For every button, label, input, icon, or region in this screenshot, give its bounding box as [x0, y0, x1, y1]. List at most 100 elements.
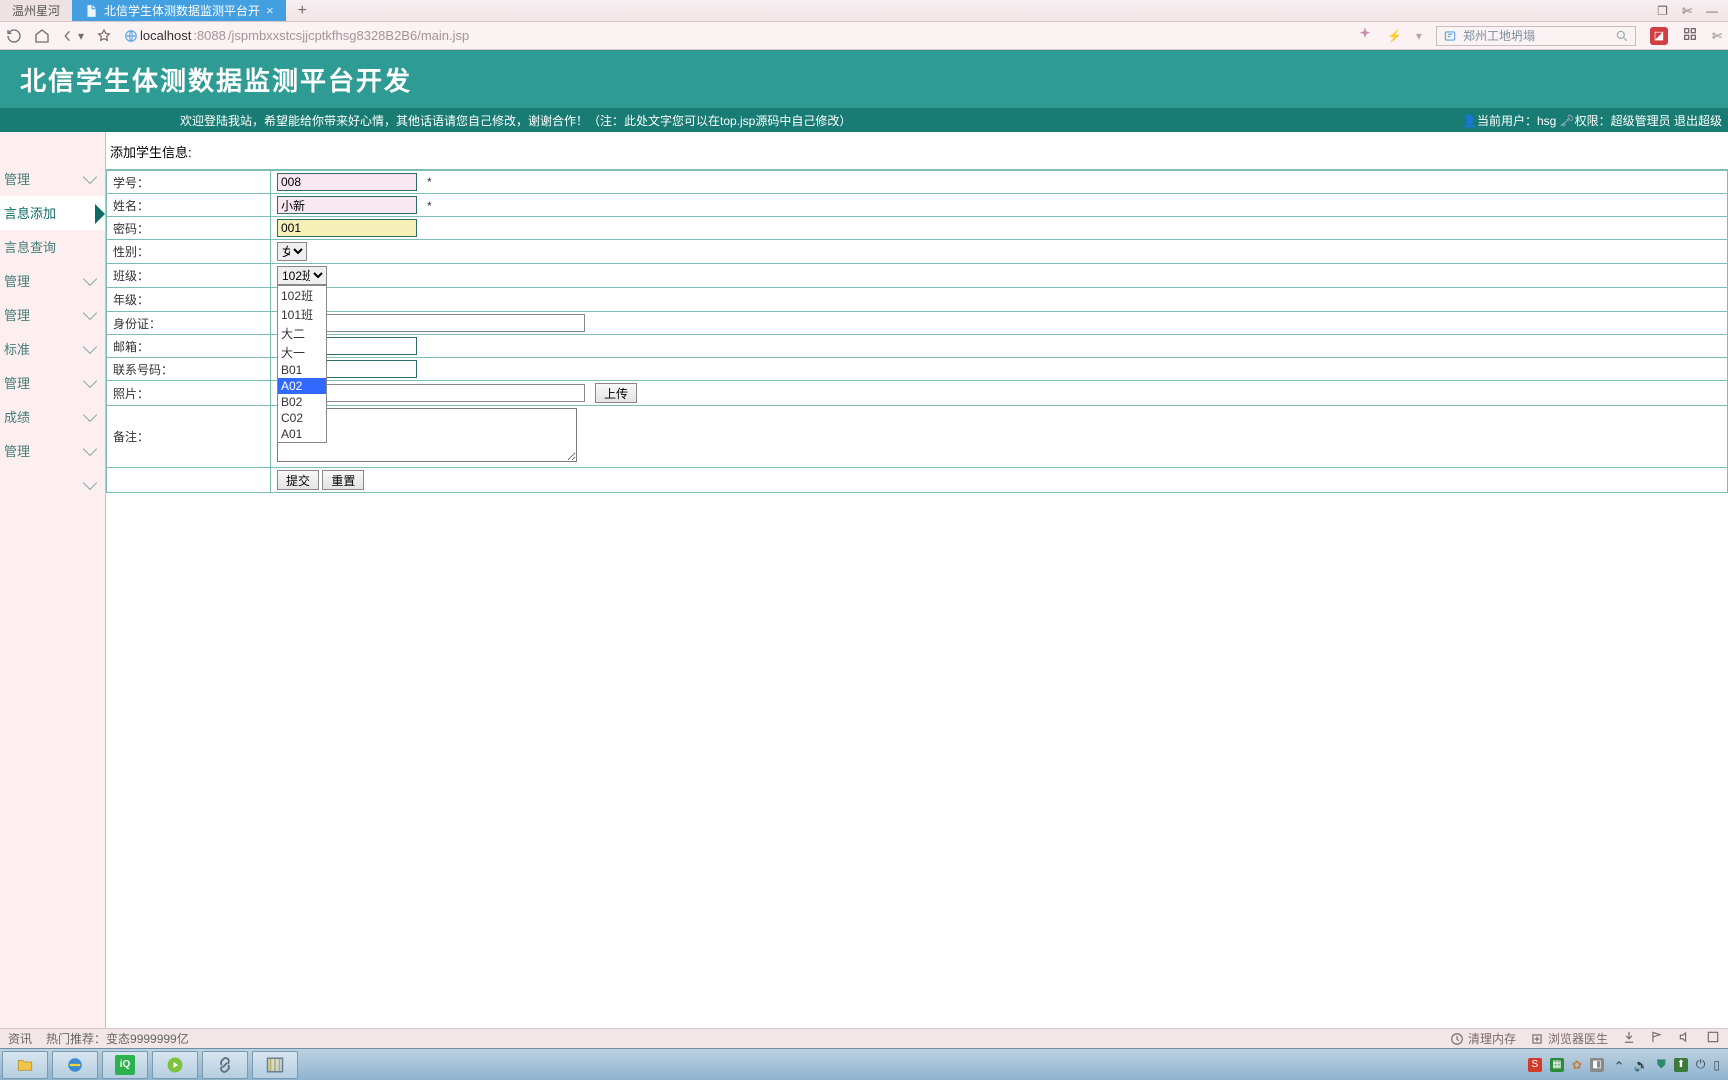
tray-battery-icon[interactable]: ▯	[1713, 1058, 1720, 1072]
task-folder[interactable]	[2, 1051, 48, 1079]
label-class: 班级：	[107, 264, 271, 288]
grid-icon[interactable]	[1682, 26, 1698, 45]
browser-tabbar: 温州星河 北信学生体测数据监测平台开 × + ❐ ✄ —	[0, 0, 1728, 22]
chevron-down-icon[interactable]: ▾	[1416, 29, 1422, 43]
name-field[interactable]	[277, 196, 417, 214]
class-option[interactable]: 大一	[278, 343, 326, 362]
search-box[interactable]: 郑州工地坍塌	[1436, 26, 1636, 46]
label-name: 姓名：	[107, 194, 271, 217]
sidebar-item-add-info[interactable]: 言息添加	[0, 196, 105, 230]
sidebar-item-standard[interactable]: 标准	[0, 332, 105, 366]
window-restore-icon[interactable]: ❐	[1657, 4, 1668, 18]
ext-icon-1[interactable]: ◪	[1650, 27, 1668, 45]
tray-cube-icon[interactable]: ◧	[1590, 1058, 1604, 1072]
gender-select[interactable]: 女	[277, 242, 307, 261]
label-idcard: 身份证：	[107, 312, 271, 335]
clear-cache-button[interactable]: 清理内存	[1450, 1030, 1516, 1047]
logout-link[interactable]: 退出超级	[1674, 114, 1722, 128]
label-photo: 照片：	[107, 381, 271, 406]
home-icon[interactable]	[34, 28, 50, 44]
compass-icon[interactable]	[1357, 26, 1373, 45]
task-iqiyi[interactable]: iQ	[102, 1051, 148, 1079]
class-option[interactable]: 102班	[278, 286, 326, 305]
tab-inactive[interactable]: 温州星河	[0, 0, 72, 21]
tray-shield-icon[interactable]: ⛊	[1657, 1057, 1666, 1072]
back-dropdown-icon[interactable]: ▾	[62, 28, 84, 44]
tray-sound-icon[interactable]: 🔈	[1634, 1058, 1649, 1072]
chevron-down-icon	[83, 407, 97, 421]
favorite-icon[interactable]	[96, 28, 112, 44]
class-option[interactable]: 大二	[278, 324, 326, 343]
class-option[interactable]: B02	[278, 394, 326, 410]
os-taskbar: iQ S ▦ ✿ ◧ 🔈 ⛊ ⬆ ⏻ ▯	[0, 1048, 1728, 1080]
tab-active[interactable]: 北信学生体测数据监测平台开 ×	[72, 0, 286, 21]
new-tab-button[interactable]: +	[286, 0, 319, 21]
class-option[interactable]: A01	[278, 426, 326, 442]
task-music[interactable]	[152, 1051, 198, 1079]
label-password: 密码：	[107, 217, 271, 240]
tray-sogou[interactable]: S	[1528, 1058, 1542, 1072]
tab-label: 温州星河	[12, 2, 60, 19]
class-option[interactable]: B01	[278, 362, 326, 378]
studentid-field[interactable]	[277, 173, 417, 191]
expand-icon[interactable]	[1706, 1030, 1720, 1047]
task-ie[interactable]	[52, 1051, 98, 1079]
window-minimize-icon[interactable]: —	[1706, 4, 1718, 18]
form-title: 添加学生信息:	[106, 132, 1728, 170]
download-icon[interactable]	[1622, 1030, 1636, 1047]
scissors-icon[interactable]: ✄	[1682, 4, 1692, 18]
task-tools[interactable]	[252, 1051, 298, 1079]
flash-icon[interactable]: ⚡	[1387, 29, 1402, 43]
tray-chevron-icon[interactable]	[1612, 1056, 1626, 1073]
key-icon: 🗝️	[1560, 114, 1575, 128]
status-news[interactable]: 资讯	[8, 1030, 32, 1047]
sidebar-item-manage-3[interactable]: 管理	[0, 298, 105, 332]
class-option[interactable]: C02	[278, 410, 326, 426]
sidebar-item-blank[interactable]	[0, 468, 105, 502]
tray-power-icon[interactable]: ⏻	[1696, 1057, 1706, 1072]
sidebar-item-manage-5[interactable]: 管理	[0, 434, 105, 468]
label-phone: 联系号码：	[107, 358, 271, 381]
class-dropdown: 102班101班大二大一B01A02B02C02A01	[277, 285, 327, 443]
close-icon[interactable]: ×	[266, 3, 274, 18]
page-icon	[84, 4, 98, 18]
class-option[interactable]: A02	[278, 378, 326, 394]
tab-label: 北信学生体测数据监测平台开	[104, 2, 260, 19]
user-info: 👤当前用户：hsg 🗝️权限：超级管理员 退出超级	[1462, 112, 1722, 129]
sound-icon[interactable]	[1678, 1030, 1692, 1047]
browser-doctor-button[interactable]: 浏览器医生	[1530, 1030, 1608, 1047]
reload-icon[interactable]	[6, 28, 22, 44]
label-email: 邮箱：	[107, 335, 271, 358]
tray-arrow-icon[interactable]: ⬆	[1674, 1058, 1688, 1072]
task-link[interactable]	[202, 1051, 248, 1079]
sidebar-item-manage-4[interactable]: 管理	[0, 366, 105, 400]
upload-button[interactable]: 上传	[595, 383, 637, 403]
flag-icon[interactable]	[1650, 1030, 1664, 1047]
current-user: hsg	[1537, 114, 1556, 128]
sidebar-item-manage-1[interactable]: 管理	[0, 162, 105, 196]
scissors-tool-icon[interactable]: ✄	[1712, 29, 1722, 43]
address-bar[interactable]: localhost:8088/jspmbxxstcsjjcptkfhsg8328…	[124, 28, 1345, 43]
sidebar-item-score[interactable]: 成绩	[0, 400, 105, 434]
sidebar-item-manage-2[interactable]: 管理	[0, 264, 105, 298]
chevron-down-icon	[83, 441, 97, 455]
app-header: 北信学生体测数据监测平台开发	[0, 50, 1728, 108]
submit-button[interactable]: 提交	[277, 470, 319, 490]
search-hint: 郑州工地坍塌	[1463, 27, 1535, 44]
welcome-text: 欢迎登陆我站，希望能给你带来好心情，其他话语请您自己修改，谢谢合作！（注：此处文…	[180, 112, 851, 129]
tray-green[interactable]: ▦	[1550, 1058, 1564, 1072]
class-option[interactable]: 101班	[278, 305, 326, 324]
form-table: 学号： * 姓名： * 密码： 性别： 女 班级： 102班 102班101班大…	[106, 170, 1728, 493]
chevron-down-icon	[83, 305, 97, 319]
class-select[interactable]: 102班	[277, 266, 327, 285]
tray-flower-icon[interactable]: ✿	[1572, 1058, 1582, 1072]
chevron-down-icon	[83, 475, 97, 489]
label-studentid: 学号：	[107, 171, 271, 194]
label-grade: 年级：	[107, 288, 271, 312]
reset-button[interactable]: 重置	[322, 470, 364, 490]
sidebar-item-query-info[interactable]: 言息查询	[0, 230, 105, 264]
content-area: 添加学生信息: 学号： * 姓名： * 密码： 性别： 女 班级： 102班 1…	[106, 132, 1728, 1028]
status-hot[interactable]: 热门推荐：变态9999999亿	[46, 1030, 189, 1047]
password-field[interactable]	[277, 219, 417, 237]
browser-toolbar: ▾ localhost:8088/jspmbxxstcsjjcptkfhsg83…	[0, 22, 1728, 50]
